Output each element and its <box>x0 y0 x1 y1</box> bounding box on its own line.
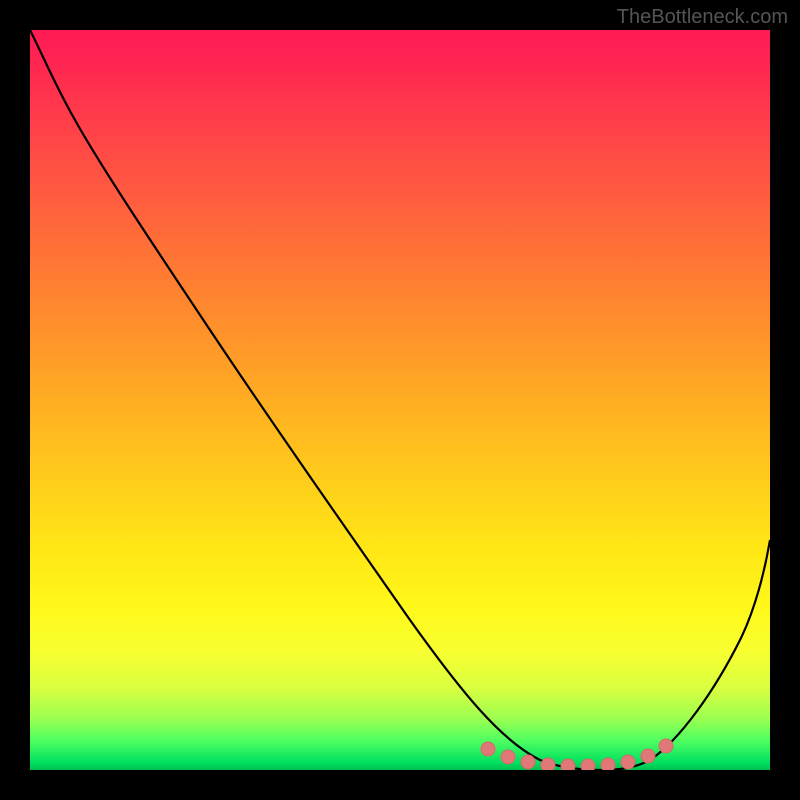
plot-area <box>30 30 770 770</box>
curve-layer <box>30 30 770 770</box>
bottleneck-curve <box>30 30 770 770</box>
watermark-text: TheBottleneck.com <box>617 6 788 29</box>
sweet-spot-band <box>481 739 673 770</box>
chart-container: TheBottleneck.com <box>0 0 800 800</box>
